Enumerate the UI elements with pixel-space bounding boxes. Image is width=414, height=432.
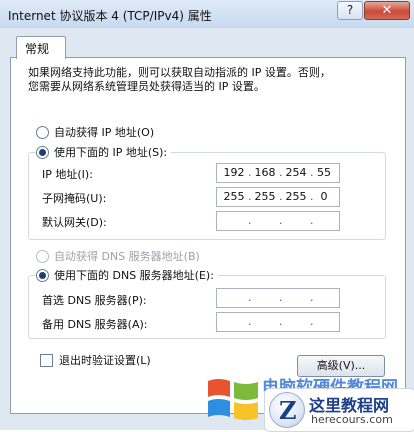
preferred-dns-label: 首选 DNS 服务器(P): — [42, 294, 147, 307]
watermark-site-url: herecours.com — [311, 413, 393, 426]
subnet-mask-octet-4: 0 — [320, 190, 328, 203]
tab-general-label: 常规 — [25, 42, 50, 56]
validate-settings-checkbox[interactable] — [40, 353, 53, 367]
watermark-logo-letter: Z — [279, 396, 297, 425]
ip-address-input[interactable]: 192 . 168 . 254 . 55 — [216, 163, 340, 183]
description-text: 如果网络支持此功能，则可以获取自动指派的 IP 设置。否则， 您需要从网络系统管… — [28, 66, 331, 93]
window-title: Internet 协议版本 4 (TCP/IPv4) 属性 — [8, 9, 212, 23]
octet-separator: . — [279, 190, 283, 203]
close-button[interactable]: ✕ — [364, 1, 410, 20]
help-button[interactable]: ? — [337, 1, 363, 20]
dns-auto-radio-button[interactable] — [36, 249, 49, 263]
default-gateway-input[interactable]: . . . — [216, 211, 340, 231]
dns-manual-radio-button[interactable] — [36, 268, 49, 282]
validate-settings-label: 退出时验证设置(L) — [59, 354, 151, 367]
subnet-mask-octet-2: 255 — [254, 190, 276, 203]
default-gateway-label: 默认网关(D): — [42, 216, 107, 229]
ip-address-octet-2: 168 — [254, 166, 276, 179]
octet-separator: . — [279, 214, 283, 227]
ip-auto-radio-button[interactable] — [36, 125, 49, 139]
dns-auto-radio[interactable]: 自动获得 DNS 服务器地址(B) — [36, 248, 200, 264]
ip-address-octet-3: 254 — [285, 166, 307, 179]
octet-separator: . — [248, 166, 252, 179]
ip-manual-label: 使用下面的 IP 地址(S): — [54, 146, 168, 159]
octet-separator: . — [279, 166, 283, 179]
tab-general[interactable]: 常规 — [16, 36, 66, 59]
octet-separator: . — [310, 214, 314, 227]
octet-separator: . — [248, 190, 252, 203]
dns-auto-label: 自动获得 DNS 服务器地址(B) — [54, 250, 200, 263]
dns-manual-radio[interactable]: 使用下面的 DNS 服务器地址(E): — [36, 267, 218, 283]
alternate-dns-input[interactable]: . . . — [216, 312, 340, 332]
subnet-mask-octet-3: 255 — [285, 190, 307, 203]
octet-separator: . — [310, 315, 314, 328]
subnet-mask-octet-1: 255 — [223, 190, 245, 203]
octet-separator: . — [279, 291, 283, 304]
octet-separator: . — [310, 291, 314, 304]
octet-separator: . — [248, 291, 252, 304]
ip-auto-radio[interactable]: 自动获得 IP 地址(O) — [36, 124, 154, 140]
watermark-logo-icon: Z — [269, 392, 305, 428]
title-bar: Internet 协议版本 4 (TCP/IPv4) 属性 ? ✕ — [0, 0, 414, 28]
ip-address-octet-1: 192 — [223, 166, 245, 179]
alternate-dns-label: 备用 DNS 服务器(A): — [42, 318, 148, 331]
validate-settings-option[interactable]: 退出时验证设置(L) — [40, 352, 151, 368]
subnet-mask-input[interactable]: 255 . 255 . 255 . 0 — [216, 187, 340, 207]
octet-separator: . — [279, 315, 283, 328]
ip-address-octet-4: 55 — [317, 166, 331, 179]
dns-manual-label: 使用下面的 DNS 服务器地址(E): — [54, 269, 214, 282]
octet-separator: . — [248, 214, 252, 227]
ip-address-label: IP 地址(I): — [42, 168, 93, 181]
windows-logo-icon — [208, 379, 258, 420]
subnet-mask-label: 子网掩码(U): — [42, 192, 107, 205]
ip-manual-radio-button[interactable] — [36, 145, 49, 159]
octet-separator: . — [248, 315, 252, 328]
ip-manual-radio[interactable]: 使用下面的 IP 地址(S): — [36, 144, 172, 160]
preferred-dns-input[interactable]: . . . — [216, 288, 340, 308]
ip-auto-label: 自动获得 IP 地址(O) — [54, 126, 155, 139]
watermark-badge: Z 这里教程网 herecours.com — [264, 388, 414, 432]
